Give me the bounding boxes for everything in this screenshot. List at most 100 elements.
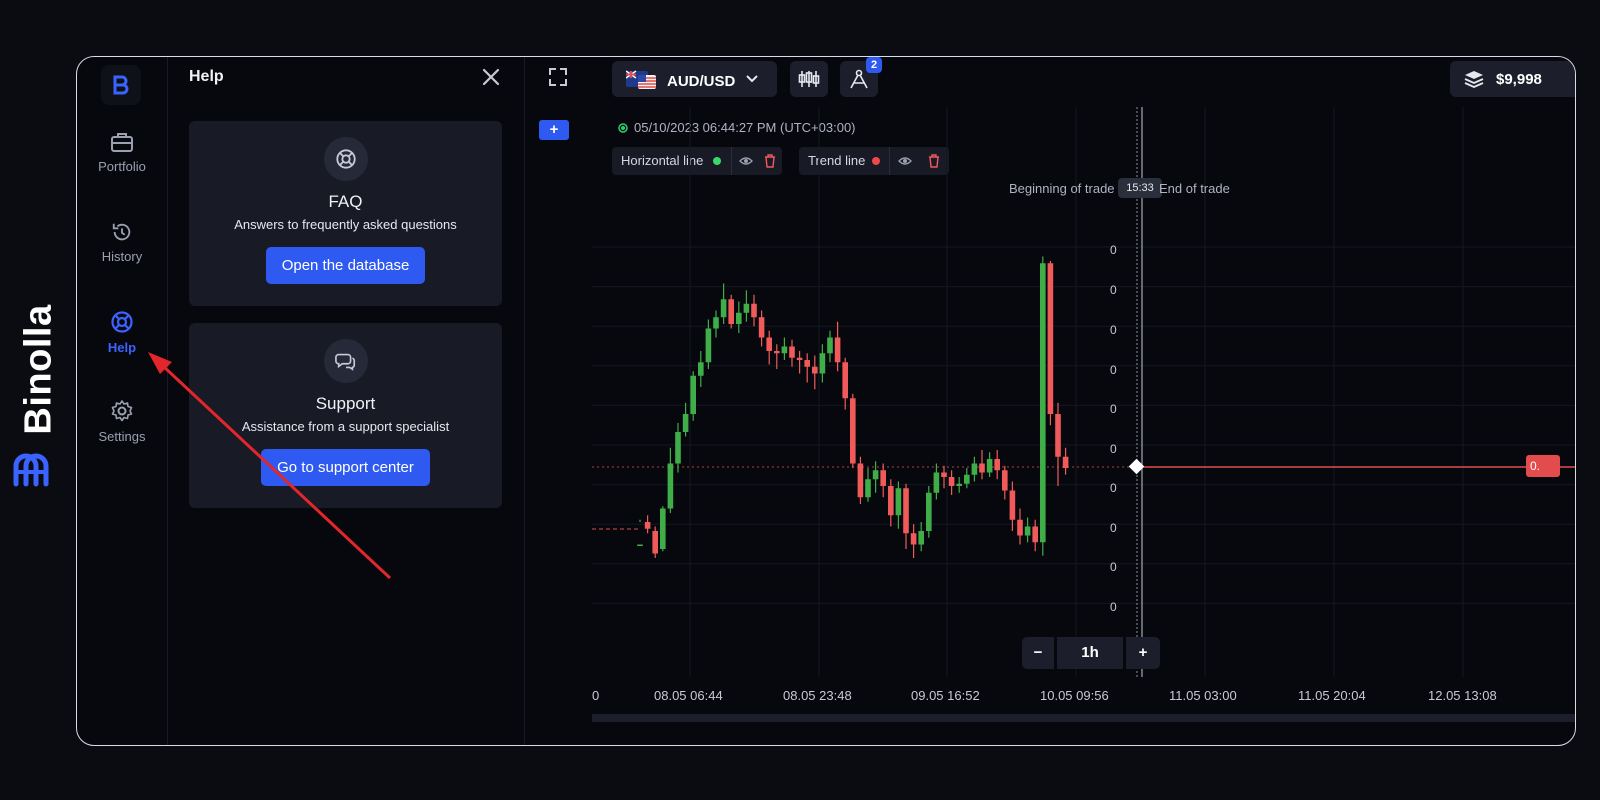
lifebuoy-icon: [335, 149, 356, 169]
open-database-button[interactable]: Open the database: [265, 247, 426, 284]
y-axis-label: 0: [1110, 323, 1117, 337]
candle-down: [1047, 263, 1054, 414]
candle-up: [933, 472, 940, 493]
timeframe-button[interactable]: 1h: [1057, 637, 1123, 669]
expand-icon[interactable]: [548, 67, 568, 87]
close-icon[interactable]: [481, 67, 501, 87]
briefcase-icon: [111, 133, 133, 152]
candle-up: [637, 544, 643, 546]
support-center-button[interactable]: Go to support center: [261, 449, 430, 486]
candle-up: [781, 346, 788, 354]
candle-down: [728, 299, 734, 324]
x-axis-label: 11.05 03:00: [1169, 688, 1237, 703]
candle-down: [850, 398, 856, 464]
app-window: Portfolio History Help Settings Help FAQ…: [76, 56, 1576, 746]
candle-down: [644, 522, 651, 529]
chart-area: AUD/USD 2 $9,998 05/10/2023 06:44:27 PM …: [592, 57, 1575, 745]
candle-down: [979, 463, 985, 473]
candle-down: [941, 472, 947, 477]
candle-down: [1002, 470, 1008, 491]
candle-up: [986, 459, 993, 473]
candle-up: [819, 353, 826, 374]
faq-title: FAQ: [328, 192, 363, 211]
add-chart-button[interactable]: +: [539, 120, 569, 140]
candle-up: [682, 414, 689, 432]
candle-down: [888, 486, 894, 516]
candle-down: [910, 533, 917, 545]
zoom-out-button[interactable]: −: [1022, 637, 1054, 669]
candle-down: [903, 488, 909, 534]
y-axis-label: 0: [1110, 600, 1117, 614]
x-axis-label: 08.05 23:48: [783, 688, 852, 703]
candle-down: [857, 463, 864, 498]
support-card: Support Assistance from a support specia…: [189, 323, 502, 508]
y-axis-label: 0: [1110, 521, 1117, 535]
candle-down: [804, 360, 810, 367]
candle-up: [964, 474, 970, 484]
candle-down: [994, 459, 1000, 471]
nav-item-settings[interactable]: Settings: [77, 399, 167, 444]
candle-up: [827, 337, 833, 354]
y-axis-label: 0: [1110, 283, 1117, 297]
nav-item-label: Help: [107, 340, 137, 355]
candle-up: [743, 303, 750, 313]
candle-up: [675, 432, 681, 464]
nav-item-history[interactable]: History: [77, 221, 167, 264]
support-icon-circle: [323, 339, 368, 383]
support-title: Support: [315, 394, 376, 413]
brand-name: Binolla: [17, 304, 60, 435]
binolla-logo-icon[interactable]: [101, 65, 141, 105]
candle-up: [720, 299, 727, 318]
candle-down: [1055, 414, 1061, 457]
lifebuoy-icon: [111, 311, 133, 333]
binolla-logo-icon: [13, 453, 49, 487]
y-axis-label: 0: [1110, 442, 1117, 456]
nav-item-help[interactable]: Help: [77, 310, 167, 355]
zoom-in-button[interactable]: +: [1126, 637, 1160, 669]
candle-up: [660, 508, 666, 549]
candle-down: [948, 477, 955, 486]
panel-title: Help: [189, 68, 224, 85]
y-axis-label: 0: [1110, 481, 1117, 495]
zoom-control: − 1h +: [1022, 637, 1160, 669]
x-axis-label: 09.05 16:52: [911, 688, 980, 703]
nav-item-label: Settings: [98, 429, 146, 444]
candle-up: [690, 375, 696, 414]
y-axis-label: 0: [1110, 560, 1117, 574]
candle-up: [926, 492, 932, 531]
candle-down: [1009, 490, 1016, 520]
x-axis-label: 0: [592, 688, 600, 703]
candle-down: [1062, 456, 1069, 468]
x-axis-label: 11.05 20:04: [1298, 688, 1366, 703]
candle-up: [667, 463, 674, 509]
gear-icon: [111, 400, 133, 422]
faq-icon-circle: [323, 137, 368, 181]
candle-down: [880, 470, 886, 486]
candlestick-chart[interactable]: [592, 57, 1575, 717]
chat-bubbles-icon: [334, 353, 355, 371]
y-axis-label: 0: [1110, 402, 1117, 416]
y-axis-label: 0: [1110, 243, 1117, 257]
candle-up: [1040, 263, 1046, 543]
candle-up: [705, 328, 712, 363]
candle-up: [865, 479, 871, 498]
faq-card: FAQ Answers to frequently asked question…: [189, 121, 502, 306]
candle-down: [751, 303, 757, 318]
trade-timer: 15:33: [1118, 178, 1162, 198]
support-subtitle: Assistance from a support specialist: [241, 419, 450, 434]
nav-rail: Portfolio History Help Settings: [77, 57, 168, 745]
candle-down: [652, 531, 658, 554]
candle-down: [766, 337, 772, 351]
candle-up: [713, 317, 719, 329]
end-of-trade-label: End of trade: [1159, 181, 1230, 196]
candle-down: [1032, 526, 1038, 543]
beginning-of-trade-label: Beginning of trade: [1009, 181, 1115, 196]
nav-item-portfolio[interactable]: Portfolio: [77, 131, 167, 174]
chart-scrollbar[interactable]: [592, 714, 1575, 722]
y-axis-label: 0: [1110, 363, 1117, 377]
x-axis-label: 08.05 06:44: [654, 688, 723, 703]
candle-down: [812, 366, 818, 374]
candle-down: [842, 362, 848, 399]
candle-down: [789, 346, 795, 358]
candle-up: [1024, 526, 1031, 536]
